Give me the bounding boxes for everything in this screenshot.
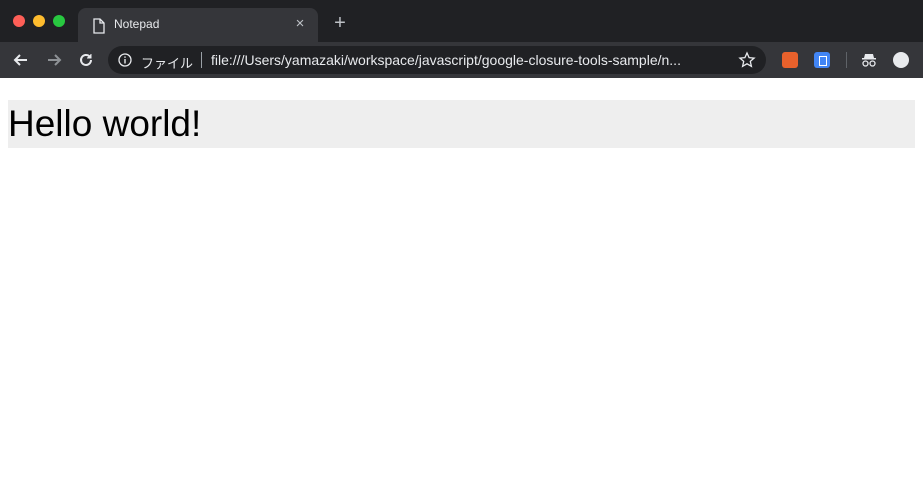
url-text[interactable]: file:///Users/yamazaki/workspace/javascr… bbox=[211, 52, 681, 68]
incognito-icon[interactable] bbox=[860, 52, 878, 68]
toolbar-divider bbox=[846, 52, 847, 68]
zoom-window-button[interactable] bbox=[53, 15, 65, 27]
browser-toolbar: ファイル file:///Users/yamazaki/workspace/ja… bbox=[0, 42, 923, 78]
document-icon bbox=[92, 18, 106, 34]
page-content: Hello world! bbox=[0, 78, 923, 495]
info-icon[interactable] bbox=[118, 53, 132, 67]
new-tab-button[interactable]: + bbox=[330, 13, 350, 33]
page-heading: Hello world! bbox=[8, 103, 202, 144]
minimize-window-button[interactable] bbox=[33, 15, 45, 27]
back-arrow-icon[interactable] bbox=[11, 50, 31, 70]
close-window-button[interactable] bbox=[13, 15, 25, 27]
tab-title: Notepad bbox=[114, 17, 160, 31]
star-icon[interactable] bbox=[738, 51, 756, 69]
extension-icon[interactable] bbox=[814, 52, 830, 68]
title-bar: Notepad × + bbox=[0, 0, 923, 42]
heading-container: Hello world! bbox=[8, 100, 915, 148]
profile-avatar-icon[interactable] bbox=[893, 52, 909, 68]
reload-icon[interactable] bbox=[76, 50, 96, 70]
address-bar[interactable]: ファイル file:///Users/yamazaki/workspace/ja… bbox=[108, 46, 766, 74]
forward-arrow-icon[interactable] bbox=[44, 50, 64, 70]
tab-notepad[interactable]: Notepad × bbox=[78, 8, 318, 42]
omnibox-divider bbox=[201, 52, 202, 68]
extension-icon[interactable] bbox=[782, 52, 798, 68]
scheme-label: ファイル bbox=[141, 56, 194, 71]
close-tab-icon[interactable]: × bbox=[292, 16, 308, 32]
